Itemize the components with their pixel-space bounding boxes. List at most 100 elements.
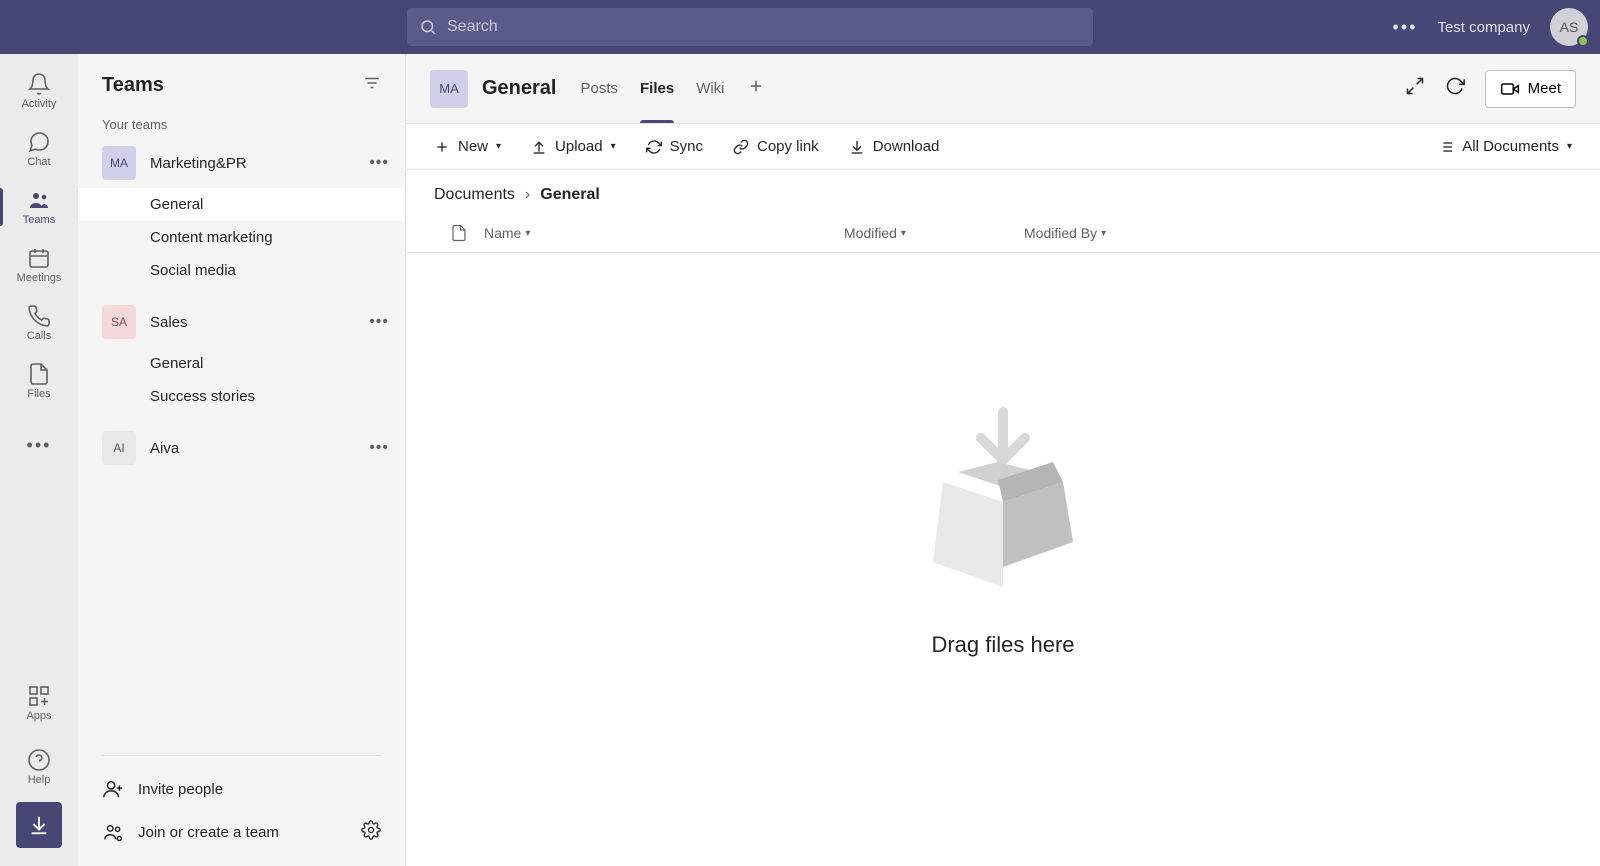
rail-meetings[interactable]: Meetings bbox=[0, 236, 78, 294]
your-teams-label: Your teams bbox=[78, 109, 405, 138]
chevron-down-icon: ▾ bbox=[611, 141, 616, 152]
download-icon bbox=[849, 139, 865, 155]
topbar-more-button[interactable]: ••• bbox=[1393, 17, 1418, 38]
sidebar-title: Teams bbox=[102, 74, 164, 97]
column-file-type[interactable] bbox=[434, 224, 484, 242]
rail-calls[interactable]: Calls bbox=[0, 294, 78, 352]
bell-icon bbox=[27, 72, 51, 96]
tab-wiki[interactable]: Wiki bbox=[696, 54, 724, 123]
rail-activity[interactable]: Activity bbox=[0, 62, 78, 120]
team-more-button[interactable]: ••• bbox=[369, 313, 389, 331]
team-more-button[interactable]: ••• bbox=[369, 439, 389, 457]
empty-folder-icon bbox=[903, 402, 1103, 592]
tab-posts[interactable]: Posts bbox=[580, 54, 618, 123]
company-name: Test company bbox=[1437, 19, 1530, 36]
view-selector[interactable]: All Documents ▾ bbox=[1438, 138, 1572, 155]
user-avatar[interactable]: AS bbox=[1550, 8, 1588, 46]
team-avatar-icon: SA bbox=[102, 305, 136, 339]
col-label: Modified bbox=[844, 225, 897, 241]
rail-label: Meetings bbox=[17, 272, 62, 284]
more-icon: ••• bbox=[27, 435, 52, 456]
new-button[interactable]: New ▾ bbox=[434, 138, 501, 155]
tb-label: New bbox=[458, 138, 488, 155]
upload-button[interactable]: Upload ▾ bbox=[531, 138, 616, 155]
sync-icon bbox=[646, 139, 662, 155]
rail-chat[interactable]: Chat bbox=[0, 120, 78, 178]
breadcrumb-current: General bbox=[540, 186, 600, 204]
channel-sales-general[interactable]: General bbox=[78, 347, 405, 380]
team-avatar-icon: AI bbox=[102, 431, 136, 465]
chevron-right-icon: › bbox=[525, 186, 530, 204]
team-aiva[interactable]: AI Aiva ••• bbox=[78, 423, 405, 473]
chat-icon bbox=[27, 130, 51, 154]
chevron-down-icon: ▾ bbox=[901, 228, 906, 239]
rail-label: Activity bbox=[22, 98, 57, 110]
reload-icon bbox=[1445, 76, 1465, 96]
column-name[interactable]: Name ▾ bbox=[484, 225, 844, 241]
team-more-button[interactable]: ••• bbox=[369, 154, 389, 172]
reload-button[interactable] bbox=[1445, 76, 1465, 101]
channel-content-marketing[interactable]: Content marketing bbox=[78, 221, 405, 254]
team-marketing-pr[interactable]: MA Marketing&PR ••• bbox=[78, 138, 405, 188]
team-name: Sales bbox=[150, 314, 369, 331]
meet-button[interactable]: Meet bbox=[1485, 70, 1576, 108]
rail-label: Calls bbox=[27, 330, 51, 342]
filter-button[interactable] bbox=[363, 74, 381, 97]
join-label: Join or create a team bbox=[138, 824, 279, 841]
link-icon bbox=[733, 139, 749, 155]
column-modified[interactable]: Modified ▾ bbox=[844, 225, 1024, 241]
col-label: Name bbox=[484, 225, 521, 241]
sync-button[interactable]: Sync bbox=[646, 138, 703, 155]
chevron-down-icon: ▾ bbox=[1101, 228, 1106, 239]
search-icon bbox=[419, 18, 437, 36]
empty-state[interactable]: Drag files here bbox=[406, 253, 1600, 866]
join-create-team-button[interactable]: Join or create a team bbox=[102, 821, 279, 843]
app-rail: Activity Chat Teams Meetings Calls Files… bbox=[0, 54, 78, 866]
team-sales[interactable]: SA Sales ••• bbox=[78, 297, 405, 347]
team-avatar-icon: MA bbox=[102, 146, 136, 180]
breadcrumb-documents[interactable]: Documents bbox=[434, 186, 515, 204]
rail-label: Apps bbox=[26, 710, 51, 722]
invite-icon bbox=[102, 778, 124, 800]
column-modified-by[interactable]: Modified By ▾ bbox=[1024, 225, 1106, 241]
teams-sidebar: Teams Your teams MA Marketing&PR ••• Gen… bbox=[78, 54, 406, 866]
join-team-icon bbox=[102, 821, 124, 843]
phone-icon bbox=[27, 304, 51, 328]
upload-icon bbox=[531, 139, 547, 155]
rail-apps[interactable]: Apps bbox=[0, 674, 78, 732]
channel-header: MA General Posts Files Wiki Meet bbox=[406, 54, 1600, 124]
plus-icon bbox=[747, 77, 765, 95]
channel-social-media[interactable]: Social media bbox=[78, 254, 405, 287]
expand-button[interactable] bbox=[1405, 76, 1425, 101]
rail-label: Chat bbox=[27, 156, 50, 168]
channel-general[interactable]: General bbox=[78, 188, 405, 221]
tab-files[interactable]: Files bbox=[640, 54, 674, 123]
download-button[interactable]: Download bbox=[849, 138, 940, 155]
rail-teams[interactable]: Teams bbox=[0, 178, 78, 236]
tb-label: Upload bbox=[555, 138, 603, 155]
file-icon bbox=[27, 362, 51, 386]
team-name: Aiva bbox=[150, 440, 369, 457]
add-tab-button[interactable] bbox=[747, 77, 765, 100]
copy-link-button[interactable]: Copy link bbox=[733, 138, 819, 155]
rail-files[interactable]: Files bbox=[0, 352, 78, 410]
channel-success-stories[interactable]: Success stories bbox=[78, 380, 405, 413]
invite-people-button[interactable]: Invite people bbox=[102, 768, 381, 810]
rail-help[interactable]: Help bbox=[0, 738, 78, 796]
table-header: Name ▾ Modified ▾ Modified By ▾ bbox=[406, 214, 1600, 253]
tb-label: Download bbox=[873, 138, 940, 155]
expand-icon bbox=[1405, 76, 1425, 96]
chevron-down-icon: ▾ bbox=[496, 141, 501, 152]
avatar-initials: AS bbox=[1560, 19, 1579, 35]
channel-avatar-icon: MA bbox=[430, 70, 468, 108]
manage-teams-button[interactable] bbox=[361, 820, 381, 844]
search-input[interactable] bbox=[437, 18, 1081, 36]
empty-message: Drag files here bbox=[931, 632, 1074, 658]
search-box[interactable] bbox=[407, 8, 1093, 46]
gear-icon bbox=[361, 820, 381, 840]
tb-label: All Documents bbox=[1462, 138, 1559, 155]
breadcrumb: Documents › General bbox=[406, 170, 1600, 214]
rail-download-button[interactable] bbox=[16, 802, 62, 848]
rail-more[interactable]: ••• bbox=[0, 416, 78, 474]
col-label: Modified By bbox=[1024, 225, 1097, 241]
